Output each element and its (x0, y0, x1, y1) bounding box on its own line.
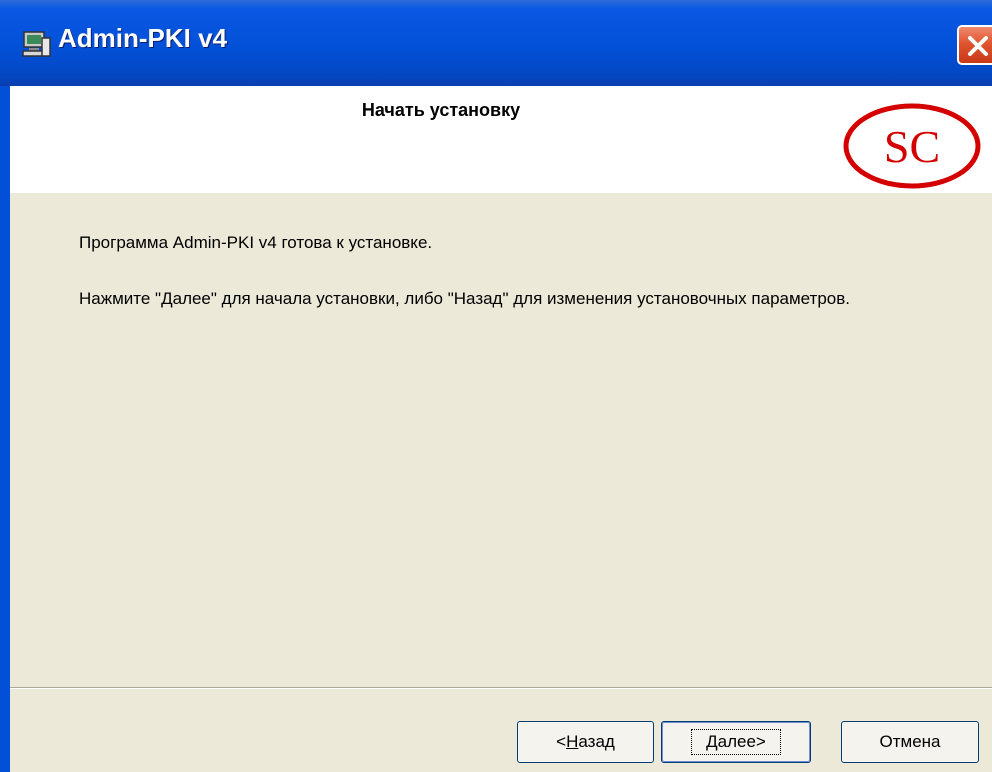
cancel-button[interactable]: Отмена (841, 721, 979, 763)
window-title: Admin-PKI v4 (58, 23, 228, 53)
title-bar[interactable]: Admin-PKI v4 (0, 0, 992, 86)
instruction-text: Нажмите "Далее" для начала установки, ли… (79, 289, 851, 308)
ready-message: Программа Admin-PKI v4 готова к установк… (79, 233, 433, 252)
back-label: азад (578, 732, 615, 751)
back-button[interactable]: < Назад (517, 721, 654, 763)
svg-text:SC: SC (884, 121, 940, 172)
next-focus: Далее> (691, 729, 781, 755)
next-mnemonic: Д (706, 732, 718, 751)
back-mnemonic: Н (566, 732, 579, 751)
next-button[interactable]: Далее> (661, 721, 811, 763)
close-button[interactable] (957, 25, 992, 65)
cancel-label: Отмена (879, 732, 941, 751)
back-prefix: < (556, 732, 567, 751)
close-icon (968, 36, 988, 56)
sc-logo: SC (842, 100, 982, 190)
page-title: Начать установку (361, 100, 521, 120)
next-label: алее> (717, 732, 766, 751)
installer-computer-icon (20, 28, 52, 60)
window-frame (0, 86, 10, 772)
footer-divider-highlight (10, 688, 992, 689)
